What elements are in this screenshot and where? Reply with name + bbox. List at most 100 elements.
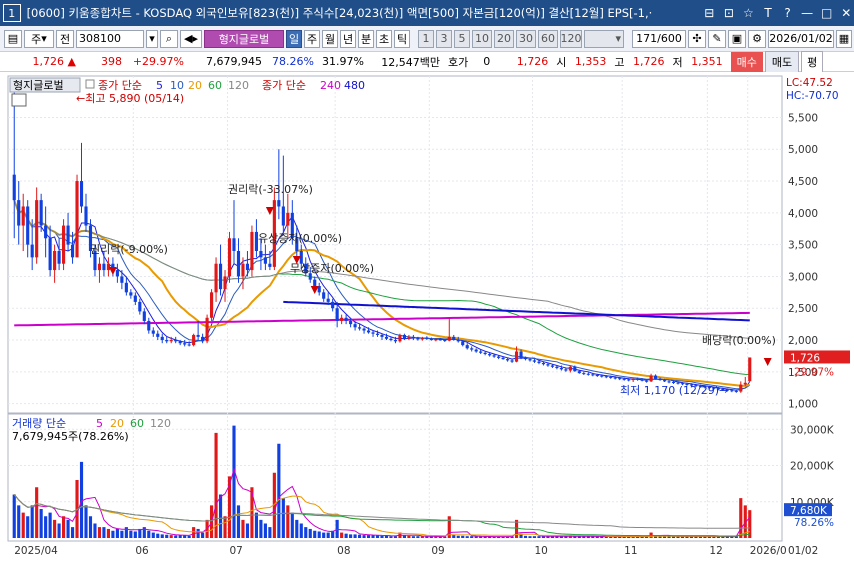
list-icon[interactable]: ▤ xyxy=(4,29,22,48)
grid-toggle-icon[interactable] xyxy=(11,93,27,107)
volume-bar xyxy=(39,509,43,538)
volume-bar xyxy=(111,530,115,538)
sell-button[interactable]: 매도 xyxy=(764,50,800,73)
candle-body xyxy=(178,341,182,344)
save-icon[interactable]: ▣ xyxy=(728,29,746,48)
indicator-button[interactable]: 형지글로벌 xyxy=(204,29,284,48)
settings-gear-icon[interactable]: ⚙ xyxy=(748,29,766,48)
tile-window-icon[interactable]: ⊟ xyxy=(702,5,718,21)
draw-tool-icon[interactable]: ✎ xyxy=(708,29,726,48)
volume-bar xyxy=(97,527,102,538)
count-input[interactable]: 171/600 xyxy=(632,29,686,48)
chart-annotation: 권리락(-9.00%) xyxy=(90,243,168,256)
volume-bar xyxy=(17,505,21,538)
chart-annotation: 권리락(-33.07%) xyxy=(228,183,313,196)
candle-body xyxy=(748,357,752,382)
period-minute[interactable]: 분 xyxy=(358,29,374,48)
period-year[interactable]: 년 xyxy=(340,29,356,48)
volume-axis-label: 30,000K xyxy=(790,424,835,436)
minimize-icon[interactable]: — xyxy=(799,5,815,21)
candle-body xyxy=(573,366,577,372)
period-week[interactable]: 주 xyxy=(304,29,320,48)
date-axis-label: 10 xyxy=(534,545,547,557)
candle-body xyxy=(218,263,223,290)
text-icon[interactable]: T xyxy=(760,5,776,21)
candle-body xyxy=(362,328,366,331)
price-axis-label: 5,000 xyxy=(788,144,818,156)
candle-body xyxy=(568,366,572,371)
candle-body xyxy=(57,251,61,264)
speaker-icon[interactable]: ◀▸ xyxy=(180,29,202,48)
open-price: 1,353 xyxy=(574,55,607,68)
stock-chart[interactable]: 형지글로벌 종가 단순 5 10 20 60 120 종가 단순 240 480… xyxy=(0,72,854,562)
interval-60[interactable]: 60 xyxy=(538,29,558,48)
candle-body xyxy=(447,336,451,341)
candle-body xyxy=(519,351,523,358)
code-dropdown-icon[interactable]: ▾ xyxy=(146,29,158,48)
candle-body xyxy=(281,206,285,226)
window-title: [0600] 키움종합차트 - KOSDAQ 외국인보유[823(천)] 주식수… xyxy=(26,6,653,20)
volume-bar xyxy=(748,510,752,538)
period-second[interactable]: 초 xyxy=(376,29,392,48)
volume-bar xyxy=(380,535,384,538)
interval-3[interactable]: 3 xyxy=(436,29,452,48)
candle-body xyxy=(223,276,227,290)
date-input[interactable]: 2026/01/02 xyxy=(768,29,834,48)
help-icon[interactable]: ? xyxy=(780,5,796,21)
volume-bar xyxy=(389,536,393,538)
close-icon[interactable]: ✕ xyxy=(838,5,854,21)
candle-body xyxy=(48,238,52,271)
volume-bar xyxy=(317,531,321,538)
star-icon[interactable]: ☆ xyxy=(741,5,757,21)
candle-body xyxy=(70,244,75,258)
interval-5[interactable]: 5 xyxy=(454,29,470,48)
volume-bar xyxy=(263,523,267,538)
interval-20[interactable]: 20 xyxy=(494,29,514,48)
candle-body xyxy=(483,352,487,355)
legend-stock-name: 형지글로벌 xyxy=(13,79,64,92)
volume-bar xyxy=(416,536,420,538)
restore-window-icon[interactable]: ⊡ xyxy=(721,5,737,21)
period-day[interactable]: 일 xyxy=(286,29,302,48)
candle-body xyxy=(17,200,21,226)
legend-ma-20: 20 xyxy=(188,79,202,92)
candle-body xyxy=(470,348,474,350)
volume-bar xyxy=(537,536,541,538)
interval-select[interactable]: ▾ xyxy=(584,29,624,48)
interval-1[interactable]: 1 xyxy=(418,29,434,48)
interval-30[interactable]: 30 xyxy=(516,29,536,48)
search-icon[interactable]: ⌕ xyxy=(160,29,178,48)
candle-body xyxy=(528,359,532,361)
average-button[interactable]: 평 xyxy=(801,50,824,73)
maximize-icon[interactable]: □ xyxy=(819,5,835,21)
candle-body xyxy=(375,333,380,335)
calendar-icon[interactable]: ▦ xyxy=(836,29,852,48)
candle-body xyxy=(313,279,317,286)
candle-body xyxy=(286,212,290,226)
candle-body xyxy=(631,378,635,381)
market-select[interactable]: 전 xyxy=(56,29,74,48)
candle-body xyxy=(39,200,43,226)
candle-body xyxy=(497,356,501,358)
candle-body xyxy=(541,362,546,365)
period-month[interactable]: 월 xyxy=(322,29,338,48)
volume-bar xyxy=(532,536,537,538)
period-tick[interactable]: 틱 xyxy=(394,29,410,48)
price-axis-label: 3,000 xyxy=(788,271,818,283)
buy-button[interactable]: 매수 xyxy=(730,51,763,72)
candle-body xyxy=(523,357,528,360)
volume-bar xyxy=(259,519,263,538)
interval-10[interactable]: 10 xyxy=(472,29,492,48)
stock-code-input[interactable]: 308100 xyxy=(76,29,144,48)
candle-body xyxy=(425,337,429,339)
candle-body xyxy=(245,263,250,271)
candle-body xyxy=(241,263,245,277)
interval-120[interactable]: 120 xyxy=(560,29,582,48)
vol-legend-ma-60: 60 xyxy=(130,417,144,430)
stock-type-select[interactable]: 주 ▾ xyxy=(24,29,54,48)
candle-body xyxy=(743,382,747,385)
crosshair-icon[interactable]: ✣ xyxy=(688,29,706,48)
candle-body xyxy=(12,174,16,201)
price-axis-label: 5,500 xyxy=(788,112,818,124)
candle-body xyxy=(371,332,375,334)
